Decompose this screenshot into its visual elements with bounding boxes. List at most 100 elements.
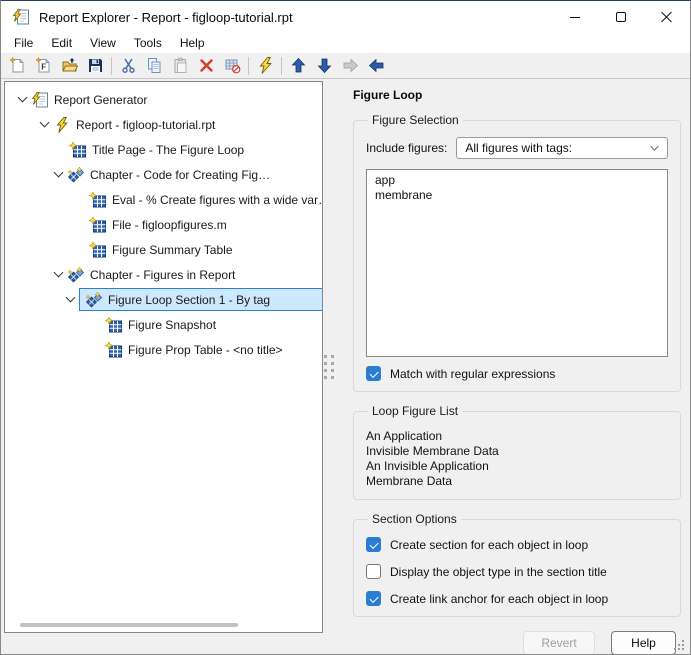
loop-figure-item: An Application [366, 429, 668, 444]
create-link-anchor-checkbox[interactable] [366, 591, 381, 606]
toolbar-separator [248, 57, 249, 75]
tree-item-file[interactable]: File - figloopfigures.m [5, 212, 322, 237]
report-generator-icon [31, 92, 49, 108]
tags-listbox[interactable]: app membrane [366, 169, 668, 357]
delete-icon [198, 57, 215, 74]
menu-file[interactable]: File [5, 34, 42, 52]
report-icon [53, 117, 71, 133]
menu-help[interactable]: Help [171, 34, 214, 52]
remove-table-icon [224, 57, 241, 74]
chevron-down-icon[interactable] [13, 98, 31, 101]
open-folder-icon [61, 57, 78, 74]
window-title: Report Explorer - Report - figloop-tutor… [39, 10, 552, 25]
tree-horizontal-scrollbar[interactable] [20, 623, 238, 627]
report-explorer-app-icon [12, 9, 30, 26]
include-figures-value: All figures with tags: [465, 141, 572, 155]
create-link-anchor-row[interactable]: Create link anchor for each object in lo… [366, 591, 668, 606]
minimize-icon [570, 17, 580, 18]
loop-figure-list-group: Loop Figure List An Application Invisibl… [353, 404, 681, 500]
chevron-down-icon[interactable] [35, 123, 53, 126]
move-up-button[interactable] [285, 54, 311, 77]
tree-item-figure-prop-table[interactable]: Figure Prop Table - <no title> [5, 337, 322, 362]
figure-selection-legend: Figure Selection [368, 113, 463, 127]
component-icon [89, 217, 107, 233]
tree-item-report-generator[interactable]: Report Generator [5, 87, 322, 112]
component-icon [105, 317, 123, 333]
tree-item-eval[interactable]: Eval - % Create figures with a wide var… [5, 187, 322, 212]
toolbar-separator [281, 57, 282, 75]
menu-tools[interactable]: Tools [125, 34, 171, 52]
tag-item: membrane [375, 188, 659, 203]
chapter-icon [85, 292, 103, 308]
move-down-button[interactable] [311, 54, 337, 77]
figure-selection-group: Figure Selection Include figures: All fi… [353, 113, 681, 392]
titlebar: Report Explorer - Report - figloop-tutor… [1, 1, 690, 33]
tag-item: app [375, 173, 659, 188]
section-options-group: Section Options Create section for each … [353, 512, 681, 617]
create-section-checkbox[interactable] [366, 537, 381, 552]
cut-button[interactable] [115, 54, 141, 77]
move-right-button[interactable] [337, 54, 363, 77]
run-report-button[interactable] [252, 54, 278, 77]
delete-button[interactable] [193, 54, 219, 77]
copy-button[interactable] [141, 54, 167, 77]
loop-figure-item: An Invisible Application [366, 459, 668, 474]
display-object-type-label: Display the object type in the section t… [390, 565, 607, 579]
include-figures-select[interactable]: All figures with tags: [456, 137, 668, 159]
help-button[interactable]: Help [611, 631, 676, 655]
chevron-down-icon[interactable] [49, 173, 67, 176]
component-icon [69, 142, 87, 158]
new-document-icon [9, 57, 26, 74]
menu-edit[interactable]: Edit [42, 34, 81, 52]
tree-item-figure-loop-section[interactable]: Figure Loop Section 1 - By tag [5, 287, 322, 312]
tree-item-chapter-code[interactable]: Chapter - Code for Creating Fig… [5, 162, 322, 187]
selected-tree-item[interactable]: Figure Loop Section 1 - By tag [79, 288, 323, 311]
tree-item-figure-snapshot[interactable]: Figure Snapshot [5, 312, 322, 337]
save-icon [87, 57, 104, 74]
chevron-down-icon[interactable] [49, 273, 67, 276]
tree-item-report[interactable]: Report - figloop-tutorial.rpt [5, 112, 322, 137]
minimize-button[interactable] [552, 1, 598, 33]
svg-text:F: F [41, 63, 46, 72]
loop-figure-item: Membrane Data [366, 474, 668, 489]
close-icon [661, 11, 673, 23]
component-icon [89, 192, 107, 208]
regex-checkbox[interactable] [366, 366, 381, 381]
move-left-button[interactable] [363, 54, 389, 77]
panel-splitter[interactable] [323, 79, 335, 655]
chevron-down-icon[interactable] [61, 298, 79, 301]
maximize-button[interactable] [598, 1, 644, 33]
revert-button[interactable]: Revert [523, 631, 595, 655]
cut-icon [120, 57, 137, 74]
toolbar-separator [111, 57, 112, 75]
splitter-grip-icon [324, 355, 334, 379]
component-icon [89, 242, 107, 258]
create-section-label: Create section for each object in loop [390, 538, 588, 552]
paste-button[interactable] [167, 54, 193, 77]
window-resize-grip[interactable] [674, 640, 685, 651]
maximize-icon [616, 12, 626, 22]
left-arrow-icon [368, 57, 385, 74]
open-button[interactable] [56, 54, 82, 77]
new-report-button[interactable] [4, 54, 30, 77]
display-object-type-row[interactable]: Display the object type in the section t… [366, 564, 668, 579]
remove-table-button[interactable] [219, 54, 245, 77]
new-form-button[interactable]: F [30, 54, 56, 77]
tree-item-title-page[interactable]: Title Page - The Figure Loop [5, 137, 322, 162]
display-object-type-checkbox[interactable] [366, 564, 381, 579]
main-content: Report Generator Report - figloop-tutori… [1, 79, 690, 655]
regex-checkbox-row[interactable]: Match with regular expressions [366, 366, 668, 381]
menu-view[interactable]: View [81, 34, 125, 52]
loop-figure-list-legend: Loop Figure List [368, 404, 462, 418]
toolbar: F [1, 53, 690, 79]
tree-item-figure-summary-table[interactable]: Figure Summary Table [5, 237, 322, 262]
tree-item-chapter-figures[interactable]: Chapter - Figures in Report [5, 262, 322, 287]
loop-figure-list: An Application Invisible Membrane Data A… [366, 429, 668, 489]
close-button[interactable] [644, 1, 690, 33]
chevron-down-icon [650, 142, 658, 150]
loop-figure-item: Invisible Membrane Data [366, 444, 668, 459]
report-explorer-window: Report Explorer - Report - figloop-tutor… [0, 0, 691, 655]
save-button[interactable] [82, 54, 108, 77]
create-link-anchor-label: Create link anchor for each object in lo… [390, 592, 608, 606]
create-section-row[interactable]: Create section for each object in loop [366, 537, 668, 552]
